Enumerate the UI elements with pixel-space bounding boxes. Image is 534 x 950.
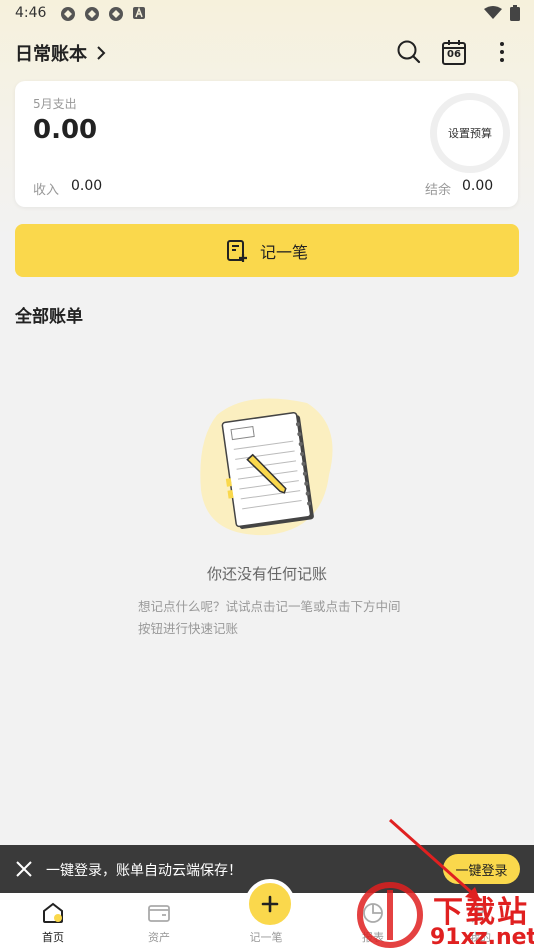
plus-icon [261,895,279,913]
quick-record-fab[interactable] [245,879,295,929]
record-entry-label: 记一笔 [259,242,308,262]
empty-state-hint: 想记点什么呢？试试点击记一笔或点击下方中间按钮进行快速记账 [138,599,401,636]
wallet-icon [148,905,170,922]
ledger-title: 日常账本 [15,44,87,65]
status-bar: 4:46 [0,0,534,28]
login-banner-message: 一键登录，账单自动云端保存！ [46,863,242,879]
nav-label-home: 首页 [42,931,64,944]
search-icon[interactable] [395,38,423,66]
income-label: 收入 [33,183,60,198]
watermark-logo-icon [357,882,423,948]
more-vertical-icon[interactable] [490,38,514,66]
close-icon[interactable] [14,859,34,879]
system-status-icons [484,5,520,21]
watermark-text-url: 91xz.net [430,925,534,950]
record-entry-button[interactable]: 记一笔 [15,224,519,277]
nav-label-record: 记一笔 [249,931,283,944]
notebook-illustration [200,398,333,536]
income-value: 0.00 [71,178,103,194]
nav-item-assets[interactable]: 资产 [106,893,212,950]
a-icon [133,6,145,19]
wifi-icon [484,6,502,19]
home-icon [43,902,63,923]
calendar-icon[interactable]: 06 [441,38,467,66]
chevron-right-icon [97,46,106,60]
app-notification-icon [61,7,75,21]
balance-value: 0.00 [462,178,494,194]
status-time: 4:46 [15,5,47,21]
battery-icon [510,5,520,21]
month-expense-value: 0.00 [33,115,98,145]
calendar-day: 06 [447,49,461,60]
notification-icons [60,6,146,22]
set-budget-label: 设置预算 [448,127,492,140]
ledger-selector[interactable]: 日常账本 [15,40,107,66]
set-budget-button[interactable]: 设置预算 [430,93,510,173]
nav-item-home[interactable]: 首页 [0,893,106,950]
all-bills-title: 全部账单 [15,307,83,327]
app-notification-icon [109,7,123,21]
empty-state-title: 你还没有任何记账 [206,565,327,583]
add-note-icon [226,239,247,262]
balance-label: 结余 [425,183,452,198]
app-header: 日常账本 06 [0,30,534,74]
app-notification-icon [85,7,99,21]
nav-label-assets: 资产 [148,931,170,944]
monthly-summary-card: 5月支出 0.00 设置预算 收入 0.00 结余 0.00 [15,81,518,207]
month-expense-label: 5月支出 [33,97,77,111]
